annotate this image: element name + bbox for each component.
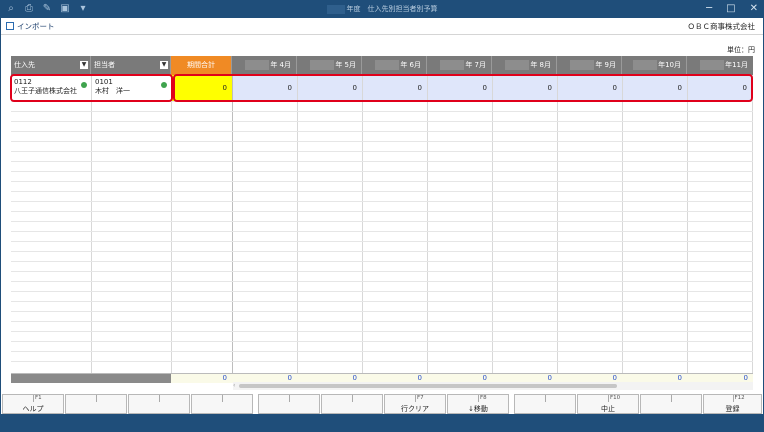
horizontal-scrollbar[interactable]: ‹ xyxy=(233,382,753,390)
header-person[interactable]: 担当者 ▼ xyxy=(91,56,171,75)
minimize-button[interactable]: ─ xyxy=(706,2,712,16)
fkey-blank-button[interactable] xyxy=(128,394,190,414)
header-month: 年 9月 xyxy=(557,56,622,75)
header-month: 年10月 xyxy=(622,56,687,75)
fkey-blank-button[interactable] xyxy=(514,394,576,414)
scroll-left-icon[interactable]: ‹ xyxy=(233,382,235,390)
header-supplier[interactable]: 仕入先 ▼ xyxy=(11,56,91,75)
company-name: ＯＢＣ商事株式会社 xyxy=(687,22,756,31)
import-button[interactable]: インポート xyxy=(6,21,55,32)
selection-highlight-right xyxy=(173,74,753,102)
toolbar: インポート ＯＢＣ商事株式会社 xyxy=(1,18,763,35)
f1-help-button[interactable]: F1 ヘルプ xyxy=(2,394,64,414)
person-filter-icon[interactable]: ▼ xyxy=(160,61,168,69)
supplier-filter-icon[interactable]: ▼ xyxy=(80,61,88,69)
fkey-blank-button[interactable] xyxy=(321,394,383,414)
header-period-total: 期間合計 xyxy=(171,56,232,75)
fkey-blank-button[interactable] xyxy=(65,394,127,414)
f8-move-down-button[interactable]: F8 ↓移動 xyxy=(447,394,509,414)
close-button[interactable]: ✕ xyxy=(750,2,758,16)
header-month: 年 7月 xyxy=(427,56,492,75)
header-month: 年 5月 xyxy=(297,56,362,75)
footer-total: 0 xyxy=(171,374,232,383)
main-window: インポート ＯＢＣ商事株式会社 単位：円 仕入先 ▼ 担当者 ▼ 期間合計 年 4月… xyxy=(1,18,763,426)
f10-cancel-button[interactable]: F10 中止 xyxy=(577,394,639,414)
fkey-blank-button[interactable] xyxy=(191,394,253,414)
header-month: 年 6月 xyxy=(362,56,427,75)
selection-highlight-left xyxy=(10,74,173,102)
unit-label: 単位：円 xyxy=(727,46,755,54)
status-bar xyxy=(1,414,763,426)
header-month: 年 4月 xyxy=(232,56,297,75)
header-month: 年 8月 xyxy=(492,56,557,75)
header-month: 年11月 xyxy=(687,56,753,75)
grid-body: 0112 八王子通信株式会社 0101 木村 洋一 0 0 0 0 0 0 0 … xyxy=(10,74,753,373)
fkey-blank-button[interactable] xyxy=(258,394,320,414)
window-title: 年度 仕入先別担当者別予算 xyxy=(0,4,764,14)
title-bar: ⌕ ⎙ ✎ ▣ ▾ 年度 仕入先別担当者別予算 ─ □ ✕ xyxy=(0,0,764,18)
grid-header: 仕入先 ▼ 担当者 ▼ 期間合計 年 4月 年 5月 年 6月 年 7月 年 8月 … xyxy=(11,56,753,75)
import-icon xyxy=(6,22,14,30)
maximize-button[interactable]: □ xyxy=(726,2,735,16)
totals-row: 0 0 0 0 0 0 0 0 0 xyxy=(11,373,753,383)
function-key-bar: F1 ヘルプ F7 行クリア F8 ↓移動 F10 中止 F12 登録 xyxy=(1,394,763,414)
f7-clear-row-button[interactable]: F7 行クリア xyxy=(384,394,446,414)
fkey-blank-button[interactable] xyxy=(640,394,702,414)
f12-register-button[interactable]: F12 登録 xyxy=(703,394,762,414)
year-mask xyxy=(326,4,345,14)
scroll-thumb[interactable] xyxy=(239,384,617,388)
